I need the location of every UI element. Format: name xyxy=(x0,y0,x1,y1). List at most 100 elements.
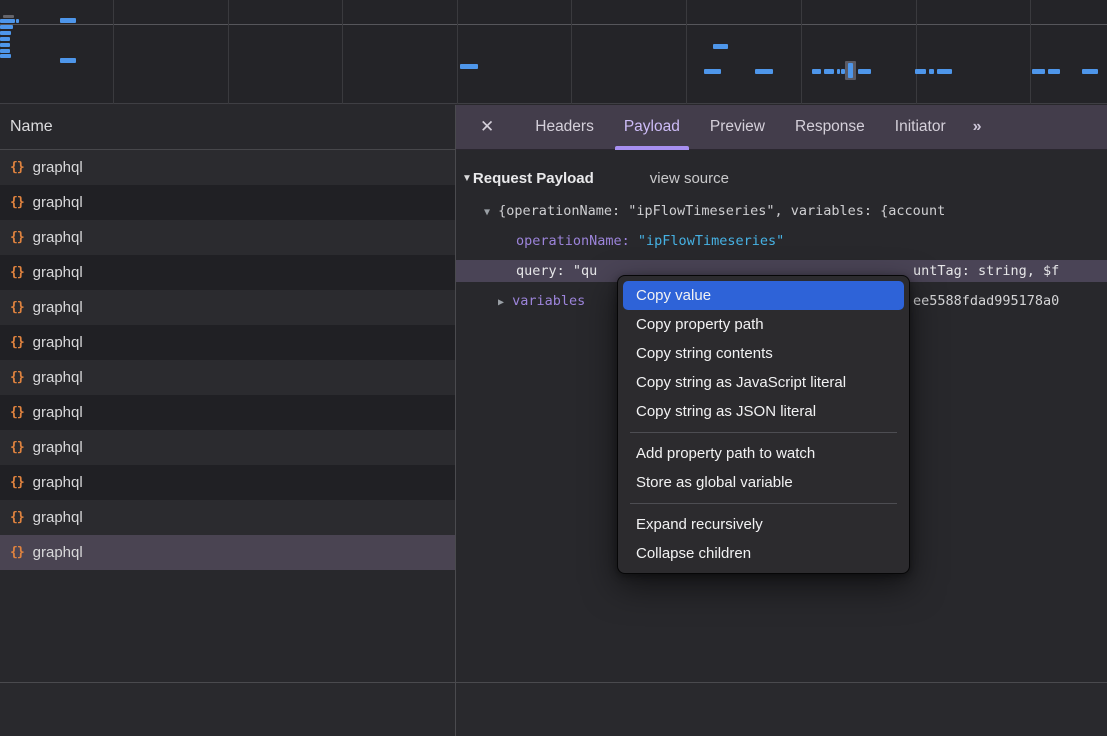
timeline-request-bar xyxy=(915,69,926,74)
query-right-fragment: untTag: string, $f xyxy=(913,260,1059,282)
payload-root-row[interactable]: ▼ {operationName: "ipFlowTimeseries", va… xyxy=(456,200,1107,222)
request-name-label: graphql xyxy=(33,439,83,456)
menu-item-copy-string-as-javascript-literal[interactable]: Copy string as JavaScript literal xyxy=(618,368,909,397)
curly-braces-icon: {} xyxy=(10,440,24,455)
request-name-label: graphql xyxy=(33,159,83,176)
operationname-value: "ipFlowTimeseries" xyxy=(638,233,784,249)
timeline-request-bar xyxy=(3,15,14,18)
timeline-gridline xyxy=(801,0,802,104)
variables-key: variables xyxy=(504,293,585,309)
timeline-request-bar xyxy=(0,37,10,41)
timeline-request-bar xyxy=(0,25,13,29)
timeline-gridline xyxy=(686,0,687,104)
menu-item-copy-property-path[interactable]: Copy property path xyxy=(618,310,909,339)
menu-separator xyxy=(630,503,897,504)
timeline-gridline xyxy=(1030,0,1031,104)
request-row-graphql[interactable]: {} graphql xyxy=(0,255,455,290)
network-overview-timeline[interactable] xyxy=(0,0,1107,104)
curly-braces-icon: {} xyxy=(10,265,24,280)
tab-preview[interactable]: Preview xyxy=(695,105,780,150)
tab-headers[interactable]: Headers xyxy=(520,105,609,150)
menu-item-copy-string-as-json-literal[interactable]: Copy string as JSON literal xyxy=(618,397,909,426)
timeline-gridline xyxy=(228,0,229,104)
request-name-label: graphql xyxy=(33,264,83,281)
timeline-request-bar xyxy=(937,69,952,74)
request-row-graphql[interactable]: {}graphql xyxy=(0,325,455,360)
request-row-graphql[interactable]: {} graphql xyxy=(0,395,455,430)
panel-splitter[interactable] xyxy=(455,105,456,736)
timeline-request-bar xyxy=(713,44,728,49)
network-main-area: Name {} graphql {} graphql {} graphql {} graphq… xyxy=(0,105,1107,682)
timeline-request-bar xyxy=(824,69,834,74)
request-name-label: graphql xyxy=(33,474,83,491)
section-collapse-icon[interactable]: ▼ xyxy=(462,173,472,184)
request-row-graphql[interactable]: {} graphql xyxy=(0,535,455,570)
request-row-graphql[interactable]: {}graphql xyxy=(0,185,455,220)
curly-braces-icon: {} xyxy=(10,475,24,490)
collapse-triangle-icon[interactable]: ▼ xyxy=(484,207,490,218)
timeline-request-bar xyxy=(460,64,478,69)
timeline-request-bar xyxy=(848,63,853,78)
timeline-request-bar xyxy=(704,69,721,74)
curly-braces-icon: {} xyxy=(10,300,24,315)
menu-item-copy-value[interactable]: Copy value xyxy=(623,281,904,310)
curly-braces-icon: {} xyxy=(10,545,24,560)
bottom-empty-strip xyxy=(0,683,1107,736)
tab-payload[interactable]: Payload xyxy=(609,105,695,150)
timeline-request-bar xyxy=(837,69,840,74)
request-row-graphql[interactable]: {} graphql xyxy=(0,430,455,465)
view-source-link[interactable]: view source xyxy=(650,170,729,187)
timeline-request-bar xyxy=(0,19,15,23)
tab-initiator[interactable]: Initiator xyxy=(880,105,961,150)
close-icon[interactable]: ✕ xyxy=(480,117,494,137)
menu-item-expand-recursively[interactable]: Expand recursively xyxy=(618,510,909,539)
curly-braces-icon: {} xyxy=(10,160,24,175)
timeline-gridline xyxy=(457,0,458,104)
menu-item-store-as-global-variable[interactable]: Store as global variable xyxy=(618,468,909,497)
request-name-label: graphql xyxy=(33,404,83,421)
timeline-request-bar xyxy=(755,69,773,74)
request-row-graphql[interactable]: {}graphql xyxy=(0,220,455,255)
name-column-label: Name xyxy=(10,118,53,136)
timeline-request-bar xyxy=(0,43,10,47)
timeline-request-bar xyxy=(0,54,11,58)
timeline-request-bar xyxy=(858,69,871,74)
request-row-graphql[interactable]: {}graphql xyxy=(0,360,455,395)
timeline-request-bar xyxy=(0,31,11,35)
timeline-request-bar xyxy=(1082,69,1098,74)
payload-operationname-row[interactable]: operationName: "ipFlowTimeseries" xyxy=(456,230,1107,252)
timeline-gridline xyxy=(342,0,343,104)
curly-braces-icon: {} xyxy=(10,510,24,525)
request-name-label: graphql xyxy=(33,299,83,316)
menu-item-add-property-path-to-watch[interactable]: Add property path to watch xyxy=(618,439,909,468)
request-name-label: graphql xyxy=(33,369,83,386)
request-row-graphql[interactable]: {} graphql xyxy=(0,290,455,325)
timeline-request-bar xyxy=(1048,69,1060,74)
timeline-gridline xyxy=(916,0,917,104)
menu-separator xyxy=(630,432,897,433)
request-payload-section-header[interactable]: ▼ Request Payload view source xyxy=(456,164,1107,192)
request-row-graphql[interactable]: {} graphql xyxy=(0,500,455,535)
timeline-request-bar xyxy=(0,49,10,53)
timeline-request-bar xyxy=(60,18,76,23)
context-menu: Copy valueCopy property pathCopy string … xyxy=(617,275,910,574)
request-row-graphql[interactable]: {} graphql xyxy=(0,465,455,500)
menu-item-copy-string-contents[interactable]: Copy string contents xyxy=(618,339,909,368)
curly-braces-icon: {} xyxy=(10,405,24,420)
menu-item-collapse-children[interactable]: Collapse children xyxy=(618,539,909,568)
detail-tabbar: ✕ HeadersPayloadPreviewResponseInitiator… xyxy=(456,105,1107,150)
screenshot-edge-bottom xyxy=(0,736,1110,740)
timeline-request-bar xyxy=(929,69,934,74)
payload-root-preview: {operationName: "ipFlowTimeseries", vari… xyxy=(498,203,945,219)
name-column-header[interactable]: Name xyxy=(0,105,455,150)
timeline-request-bar xyxy=(1032,69,1045,74)
tab-response[interactable]: Response xyxy=(780,105,880,150)
more-tabs-icon[interactable]: » xyxy=(973,118,980,136)
request-name-label: graphql xyxy=(33,509,83,526)
request-list-panel: Name {} graphql {} graphql {} graphql {} graphq… xyxy=(0,105,455,682)
request-row-graphql[interactable]: {} graphql xyxy=(0,150,455,185)
request-name-label: graphql xyxy=(33,229,83,246)
curly-braces-icon: {} xyxy=(10,195,24,210)
timeline-request-bar xyxy=(812,69,821,74)
request-name-label: graphql xyxy=(33,544,83,561)
